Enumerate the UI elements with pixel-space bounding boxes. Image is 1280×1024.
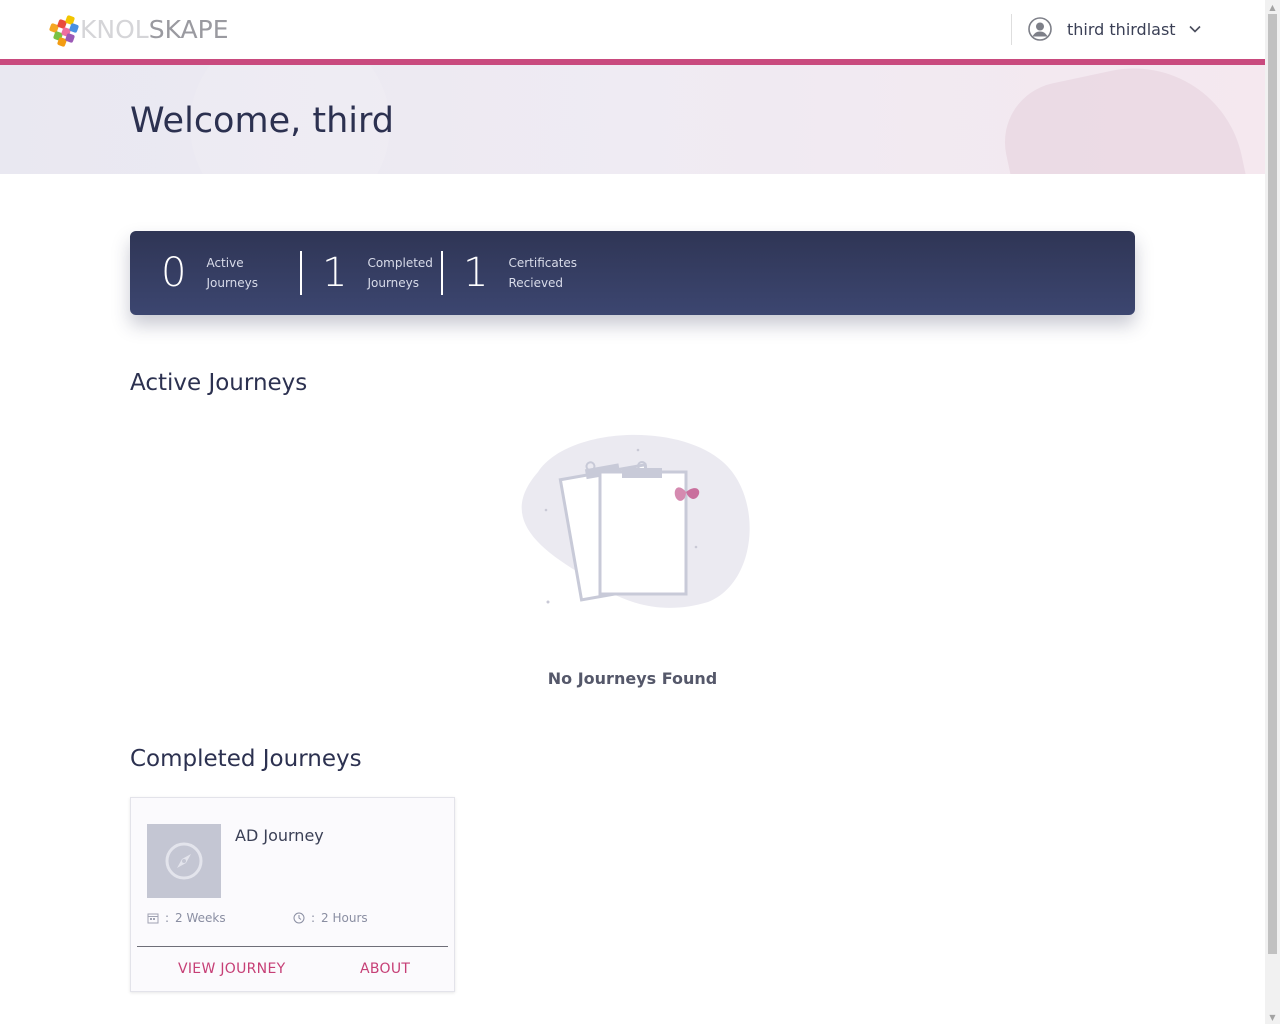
logo-wordmark: KNOLSKAPE xyxy=(80,14,229,44)
stat-certificates: 1 Certificates Recieved xyxy=(463,231,588,315)
scroll-up-arrow-icon[interactable]: ▲ xyxy=(1265,0,1280,14)
user-avatar-icon xyxy=(1028,17,1052,41)
stat-value: 1 xyxy=(463,250,489,296)
journey-duration: : 2 Weeks xyxy=(147,911,226,925)
journey-card: AD Journey : 2 Weeks : 2 Hours VIEW JOUR… xyxy=(130,797,455,992)
stat-completed-journeys: 1 Completed Journeys xyxy=(322,231,447,315)
chevron-down-icon xyxy=(1189,25,1201,33)
banner-decoration xyxy=(993,65,1257,174)
knolskape-logo[interactable]: KNOLSKAPE xyxy=(48,14,229,48)
journey-time: : 2 Hours xyxy=(293,911,368,925)
empty-state-message: No Journeys Found xyxy=(547,669,718,688)
stat-value: 0 xyxy=(161,250,187,296)
user-menu[interactable]: third thirdlast xyxy=(1028,17,1202,41)
about-button[interactable]: ABOUT xyxy=(360,961,410,977)
card-divider xyxy=(137,946,448,947)
clock-icon xyxy=(293,912,305,924)
stat-label: Completed Journeys xyxy=(367,256,433,290)
scrollbar-thumb[interactable] xyxy=(1268,14,1277,954)
user-name: third thirdlast xyxy=(1067,19,1176,39)
stat-value: 1 xyxy=(322,250,348,296)
empty-clipboards-illustration xyxy=(521,434,750,608)
header-divider xyxy=(1011,14,1012,45)
stat-divider xyxy=(300,251,302,295)
active-journeys-heading: Active Journeys xyxy=(130,370,308,396)
stat-label: Certificates Recieved xyxy=(508,256,578,290)
view-journey-button[interactable]: VIEW JOURNEY xyxy=(178,961,285,977)
logo-icon xyxy=(48,14,80,48)
welcome-banner: Welcome, third xyxy=(0,65,1265,174)
compass-icon xyxy=(165,842,203,880)
stat-label: Active Journeys xyxy=(206,256,259,290)
stat-divider xyxy=(441,251,443,295)
journey-thumbnail xyxy=(147,824,221,898)
journey-title: AD Journey xyxy=(235,826,324,845)
stat-active-journeys: 0 Active Journeys xyxy=(161,231,286,315)
scroll-down-arrow-icon[interactable]: ▼ xyxy=(1265,1010,1280,1024)
top-navbar: KNOLSKAPE third thirdlast xyxy=(0,0,1265,59)
completed-journeys-heading: Completed Journeys xyxy=(130,746,362,772)
stats-summary-card: 0 Active Journeys 1 Completed Journeys 1… xyxy=(130,231,1135,315)
calendar-icon xyxy=(147,913,159,924)
welcome-heading: Welcome, third xyxy=(130,101,394,141)
vertical-scrollbar[interactable]: ▲ ▼ xyxy=(1265,0,1280,1024)
